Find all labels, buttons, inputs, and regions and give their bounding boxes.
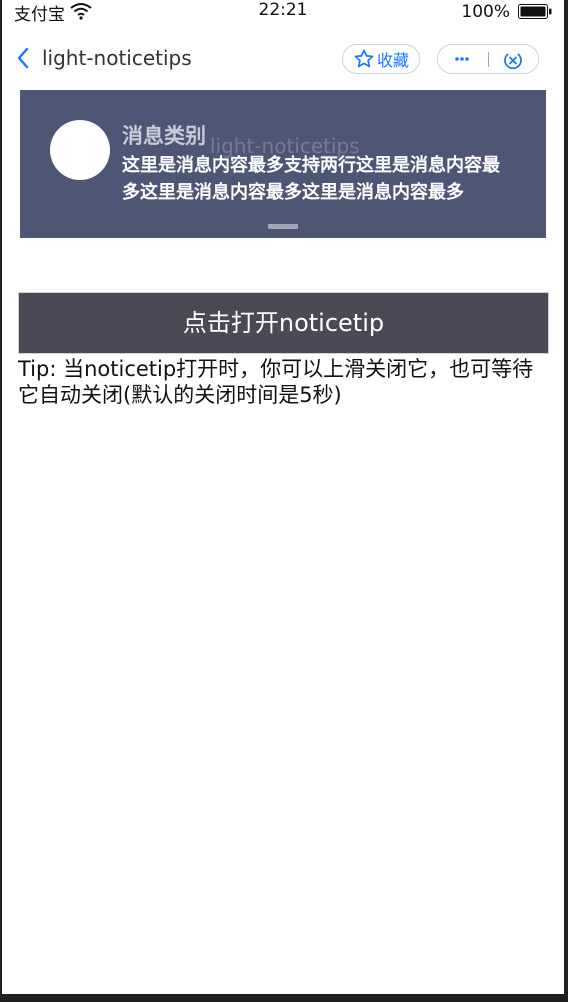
favorite-button[interactable]: 收藏 [342,44,420,74]
battery-percent: 100% [461,2,510,22]
status-bar: 支付宝 22:21 100% [2,0,564,25]
favorite-label: 收藏 [376,51,409,70]
battery-icon [518,4,552,19]
close-mini-app-icon[interactable] [502,49,524,71]
open-noticetip-button[interactable]: 点击打开noticetip [18,292,549,354]
drag-handle[interactable] [268,224,298,229]
notice-content: 这里是消息内容最多支持两行这里是消息内容最多这里是消息内容最多这里是消息内容最多 [122,155,500,203]
page-title: light-noticetips [42,46,192,70]
back-icon[interactable] [16,47,30,69]
more-icon[interactable] [448,51,476,67]
capsule-divider [488,52,489,67]
notice-avatar [50,120,110,180]
notice-category: 消息类别 [122,124,206,148]
noticetip-banner[interactable]: light-noticetips 消息类别 这里是消息内容最多支持两行这里是消息… [20,90,546,238]
phone-screen: 支付宝 22:21 100% light-noticetips 收藏 light… [2,0,564,994]
tip-text: Tip: 当noticetip打开时，你可以上滑关闭它，也可等待它自动关闭(默认… [18,357,534,407]
star-icon [354,49,374,68]
mini-app-capsule [437,44,539,74]
navigation-bar: light-noticetips 收藏 [2,36,564,82]
